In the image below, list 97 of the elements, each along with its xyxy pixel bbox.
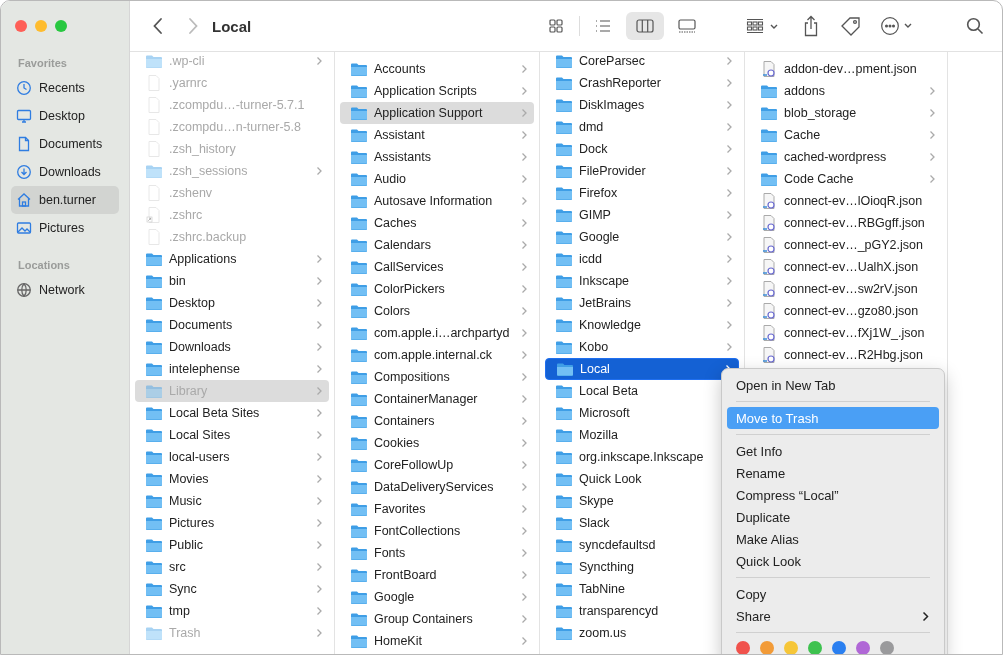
file-name: org.inkscape.Inkscape <box>579 450 704 464</box>
file-name: .zsh_sessions <box>169 164 248 178</box>
file-name: .yarnrc <box>169 76 208 90</box>
file-name: .zshrc <box>169 208 203 222</box>
file-name: TabNine <box>579 582 625 596</box>
file-name: Fonts <box>374 546 406 560</box>
file-name: .zcompdu…-turner-5.7.1 <box>169 98 305 112</box>
file-name: connect-ev…sw2rV.json <box>784 282 918 296</box>
file-name: intelephense <box>169 362 240 376</box>
file-name: CoreParsec <box>579 54 645 68</box>
file-name: Slack <box>579 516 610 530</box>
file-name: Group Containers <box>374 612 473 626</box>
file-name: Dock <box>579 142 608 156</box>
file-name: connect-ev…_pGY2.json <box>784 238 923 252</box>
file-name: CallServices <box>374 260 444 274</box>
file-name: GIMP <box>579 208 611 222</box>
file-name: Audio <box>374 172 406 186</box>
file-name: Public <box>169 538 204 552</box>
file-name: connect-ev…lOioqR.json <box>784 194 923 208</box>
file-name: FileProvider <box>579 164 646 178</box>
file-name: Local <box>580 362 610 376</box>
file-name: .zshrc.backup <box>169 230 247 244</box>
file-name: addon-dev…pment.json <box>784 62 917 76</box>
file-name: FontCollections <box>374 524 461 538</box>
file-name: Kobo <box>579 340 609 354</box>
file-name: FrontBoard <box>374 568 437 582</box>
file-name: connect-ev…fXj1W_.json <box>784 326 925 340</box>
file-name: HomeKit <box>374 634 422 648</box>
file-name: com.apple.internal.ck <box>374 348 493 362</box>
file-name: Accounts <box>374 62 426 76</box>
window-title: Local <box>212 17 252 35</box>
file-name: Music <box>169 494 202 508</box>
sidebar-section-title: Locations <box>17 258 71 273</box>
file-name: Microsoft <box>579 406 630 420</box>
file-name: Cookies <box>374 436 420 450</box>
file-name: Downloads <box>169 340 231 354</box>
file-name: local-users <box>169 450 230 464</box>
file-name: zoom.us <box>579 626 627 640</box>
file-name: DataDeliveryServices <box>374 480 494 494</box>
file-name: Movies <box>169 472 209 486</box>
file-name: connect-ev…RBGgff.json <box>784 216 925 230</box>
file-name: Local Sites <box>169 428 231 442</box>
file-name: Application Scripts <box>374 84 477 98</box>
file-name: Caches <box>374 216 417 230</box>
file-name: Autosave Information <box>374 194 493 208</box>
file-name: connect-ev…R2Hbg.json <box>784 348 923 362</box>
file-name: transparencyd <box>579 604 659 618</box>
file-name: .zcompdu…n-turner-5.8 <box>169 120 301 134</box>
file-name: Google <box>579 230 620 244</box>
file-name: Local Beta <box>579 384 639 398</box>
file-name: bin <box>169 274 186 288</box>
file-name: connect-ev…gzo80.json <box>784 304 919 318</box>
file-name: Favorites <box>374 502 426 516</box>
file-name: ContainerManager <box>374 392 478 406</box>
file-name: cached-wordpress <box>784 150 887 164</box>
file-name: Inkscape <box>579 274 630 288</box>
file-name: Desktop <box>169 296 215 310</box>
file-name: .zsh_history <box>169 142 236 156</box>
file-name: .wp-cli <box>169 54 205 68</box>
file-name: Trash <box>169 626 201 640</box>
file-name: Sync <box>169 582 197 596</box>
file-name: Assistants <box>374 150 431 164</box>
file-name: syncdefaultsd <box>579 538 656 552</box>
file-name: com.apple.i…archpartyd <box>374 326 510 340</box>
file-name: connect-ev…UalhX.json <box>784 260 919 274</box>
file-name: Local Beta Sites <box>169 406 260 420</box>
file-name: CrashReporter <box>579 76 661 90</box>
file-name: Code Cache <box>784 172 854 186</box>
file-name: Cache <box>784 128 821 142</box>
file-name: ColorPickers <box>374 282 445 296</box>
file-name: blob_storage <box>784 106 857 120</box>
file-name: icdd <box>579 252 602 266</box>
file-name: dmd <box>579 120 604 134</box>
file-name: Calendars <box>374 238 431 252</box>
file-name: Knowledge <box>579 318 641 332</box>
file-name: JetBrains <box>579 296 632 310</box>
file-name: Pictures <box>169 516 215 530</box>
file-name: src <box>169 560 186 574</box>
file-name: tmp <box>169 604 190 618</box>
file-name: Applications <box>169 252 237 266</box>
file-name: Assistant <box>374 128 425 142</box>
file-name: .zshenv <box>169 186 213 200</box>
file-name: Mozilla <box>579 428 618 442</box>
file-name: Compositions <box>374 370 450 384</box>
file-name: Application Support <box>374 106 483 120</box>
file-name: Syncthing <box>579 560 634 574</box>
sidebar-section-title: Favorites <box>17 56 68 71</box>
file-name: CoreFollowUp <box>374 458 454 472</box>
file-name: Google <box>374 590 415 604</box>
file-name: Documents <box>169 318 233 332</box>
file-name: Containers <box>374 414 435 428</box>
file-name: Skype <box>579 494 614 508</box>
file-name: Colors <box>374 304 411 318</box>
file-name: DiskImages <box>579 98 645 112</box>
file-name: addons <box>784 84 825 98</box>
file-name: Quick Look <box>579 472 642 486</box>
file-name: Firefox <box>579 186 618 200</box>
